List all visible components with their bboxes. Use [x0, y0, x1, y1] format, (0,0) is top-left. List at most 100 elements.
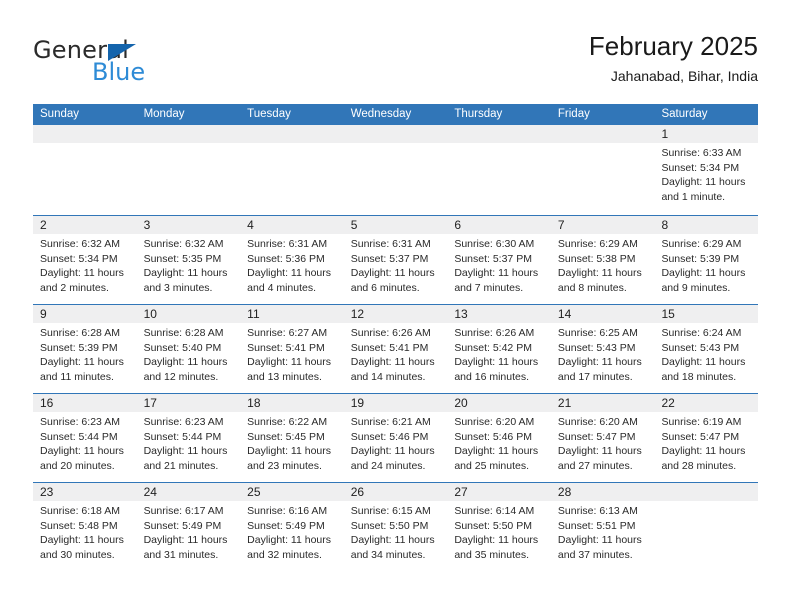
- day-number: 10: [143, 307, 157, 321]
- daylight-text: Daylight: 11 hours: [454, 445, 539, 458]
- day-cell[interactable]: 28 Sunrise: 6:13 AM Sunset: 5:51 PM Dayligh…: [550, 483, 655, 571]
- day-details: Sunrise: 6:17 AM Sunset: 5:49 PM Daylight:…: [137, 501, 241, 562]
- day-cell[interactable]: 10 Sunrise: 6:28 AM Sunset: 5:40 PM Dayligh…: [136, 305, 241, 393]
- day-number-band: [447, 125, 551, 143]
- sunset-text: Sunset: 5:47 PM: [557, 430, 636, 443]
- day-details: Sunrise: 6:31 AM Sunset: 5:36 PM Daylight:…: [240, 234, 344, 295]
- day-number-band: 20: [447, 394, 551, 412]
- day-details: Sunrise: 6:18 AM Sunset: 5:48 PM Daylight:…: [33, 501, 137, 562]
- weekday-header-monday: Monday: [143, 108, 185, 120]
- day-details: Sunrise: 6:27 AM Sunset: 5:41 PM Daylight:…: [240, 323, 344, 384]
- day-cell[interactable]: 4 Sunrise: 6:31 AM Sunset: 5:36 PM Daylight…: [240, 216, 344, 304]
- day-cell[interactable]: 6 Sunrise: 6:30 AM Sunset: 5:37 PM Daylight…: [447, 216, 551, 304]
- sunset-text: Sunset: 5:37 PM: [350, 252, 429, 265]
- day-cell[interactable]: 5 Sunrise: 6:31 AM Sunset: 5:37 PM Daylight…: [343, 216, 448, 304]
- day-cell[interactable]: 18 Sunrise: 6:22 AM Sunset: 5:45 PM Dayligh…: [240, 394, 344, 482]
- day-cell-empty: [447, 125, 551, 215]
- day-number-band: [240, 125, 344, 143]
- day-cell[interactable]: 12 Sunrise: 6:26 AM Sunset: 5:41 PM Dayligh…: [343, 305, 448, 393]
- day-cell[interactable]: 27 Sunrise: 6:14 AM Sunset: 5:50 PM Dayligh…: [447, 483, 551, 571]
- day-details: Sunrise: 6:22 AM Sunset: 5:45 PM Daylight:…: [240, 412, 344, 473]
- sunrise-text: Sunrise: 6:23 AM: [143, 416, 224, 428]
- day-cell[interactable]: 22 Sunrise: 6:19 AM Sunset: 5:47 PM Dayligh…: [654, 394, 759, 482]
- sunrise-text: Sunrise: 6:20 AM: [557, 416, 638, 428]
- logo-word-blue: Blue: [92, 58, 146, 86]
- daylight-text-cont: and 9 minutes.: [661, 281, 731, 294]
- day-cell[interactable]: 24 Sunrise: 6:17 AM Sunset: 5:49 PM Dayligh…: [136, 483, 241, 571]
- day-number: 12: [350, 307, 365, 321]
- sunset-text: Sunset: 5:40 PM: [143, 341, 222, 354]
- day-details: [447, 143, 551, 146]
- sunrise-text: Sunrise: 6:28 AM: [40, 327, 120, 339]
- day-cell[interactable]: 15 Sunrise: 6:24 AM Sunset: 5:43 PM Dayligh…: [654, 305, 759, 393]
- day-details: [240, 143, 344, 146]
- day-cell[interactable]: 19 Sunrise: 6:21 AM Sunset: 5:46 PM Dayligh…: [343, 394, 448, 482]
- day-cell[interactable]: 2 Sunrise: 6:32 AM Sunset: 5:34 PM Daylight…: [33, 216, 137, 304]
- calendar-week-row: 2 Sunrise: 6:32 AM Sunset: 5:34 PM Daylight…: [33, 215, 759, 304]
- daylight-text-cont: and 37 minutes.: [557, 548, 633, 561]
- day-cell[interactable]: 7 Sunrise: 6:29 AM Sunset: 5:38 PM Daylight…: [550, 216, 655, 304]
- day-cell[interactable]: 3 Sunrise: 6:32 AM Sunset: 5:35 PM Daylight…: [136, 216, 241, 304]
- day-details: Sunrise: 6:23 AM Sunset: 5:44 PM Daylight:…: [137, 412, 241, 473]
- day-details: [344, 143, 448, 146]
- weekday-header-sunday: Sunday: [40, 108, 80, 120]
- day-cell[interactable]: 23 Sunrise: 6:18 AM Sunset: 5:48 PM Dayligh…: [33, 483, 137, 571]
- day-number-band: 23: [33, 483, 137, 501]
- day-details: Sunrise: 6:15 AM Sunset: 5:50 PM Daylight:…: [344, 501, 448, 562]
- day-cell[interactable]: 8 Sunrise: 6:29 AM Sunset: 5:39 PM Daylight…: [654, 216, 759, 304]
- day-cell[interactable]: 1 Sunrise: 6:33 AM Sunset: 5:34 PM Daylight…: [654, 125, 759, 215]
- day-cell[interactable]: 21 Sunrise: 6:20 AM Sunset: 5:47 PM Dayligh…: [550, 394, 655, 482]
- day-number: 20: [454, 396, 468, 410]
- daylight-text-cont: and 1 minute.: [661, 190, 726, 203]
- daylight-text: Daylight: 11 hours: [661, 267, 746, 280]
- daylight-text-cont: and 16 minutes.: [454, 370, 530, 383]
- sunrise-text: Sunrise: 6:29 AM: [557, 238, 638, 250]
- day-cell[interactable]: 17 Sunrise: 6:23 AM Sunset: 5:44 PM Dayligh…: [136, 394, 241, 482]
- sunrise-text: Sunrise: 6:25 AM: [557, 327, 638, 339]
- daylight-text-cont: and 20 minutes.: [40, 459, 115, 472]
- sunset-text: Sunset: 5:44 PM: [40, 430, 118, 443]
- daylight-text: Daylight: 11 hours: [557, 356, 642, 369]
- day-number: 16: [40, 396, 54, 410]
- day-number-band: 3: [136, 216, 241, 234]
- day-cell-empty: [33, 125, 137, 215]
- weekday-header-saturday: Saturday: [661, 108, 708, 120]
- day-details: [551, 143, 655, 146]
- day-cell[interactable]: 13 Sunrise: 6:26 AM Sunset: 5:42 PM Dayligh…: [447, 305, 551, 393]
- daylight-text: Daylight: 11 hours: [143, 267, 228, 280]
- day-number: 13: [454, 307, 468, 321]
- day-number: 4: [247, 218, 254, 232]
- general-blue-logo[interactable]: General Blue: [33, 36, 233, 92]
- day-cell[interactable]: 25 Sunrise: 6:16 AM Sunset: 5:49 PM Dayligh…: [240, 483, 344, 571]
- sunrise-text: Sunrise: 6:13 AM: [557, 505, 638, 517]
- day-cell[interactable]: 9 Sunrise: 6:28 AM Sunset: 5:39 PM Daylight…: [33, 305, 137, 393]
- day-number-band: 7: [550, 216, 655, 234]
- day-cell[interactable]: 20 Sunrise: 6:20 AM Sunset: 5:46 PM Dayligh…: [447, 394, 551, 482]
- daylight-text: Daylight: 11 hours: [40, 356, 124, 369]
- day-details: Sunrise: 6:29 AM Sunset: 5:38 PM Daylight:…: [551, 234, 655, 295]
- day-details: Sunrise: 6:21 AM Sunset: 5:46 PM Daylight:…: [344, 412, 448, 473]
- day-number-band: 5: [343, 216, 448, 234]
- sunrise-text: Sunrise: 6:22 AM: [247, 416, 328, 428]
- day-number-band: [136, 125, 241, 143]
- day-details: Sunrise: 6:31 AM Sunset: 5:37 PM Daylight:…: [344, 234, 448, 295]
- sunrise-text: Sunrise: 6:17 AM: [143, 505, 224, 517]
- sunset-text: Sunset: 5:34 PM: [40, 252, 118, 265]
- day-cell[interactable]: 16 Sunrise: 6:23 AM Sunset: 5:44 PM Dayligh…: [33, 394, 137, 482]
- day-number-band: 19: [343, 394, 448, 412]
- day-cell[interactable]: 14 Sunrise: 6:25 AM Sunset: 5:43 PM Dayligh…: [550, 305, 655, 393]
- day-cell[interactable]: 11 Sunrise: 6:27 AM Sunset: 5:41 PM Dayligh…: [240, 305, 344, 393]
- sunset-text: Sunset: 5:41 PM: [350, 341, 429, 354]
- day-number-band: 24: [136, 483, 241, 501]
- day-number-band: 8: [654, 216, 759, 234]
- day-cell[interactable]: 26 Sunrise: 6:15 AM Sunset: 5:50 PM Dayligh…: [343, 483, 448, 571]
- daylight-text-cont: and 21 minutes.: [143, 459, 219, 472]
- page-subtitle: Jahanabad, Bihar, India: [610, 68, 758, 84]
- daylight-text: Daylight: 11 hours: [247, 267, 332, 280]
- daylight-text-cont: and 17 minutes.: [557, 370, 633, 383]
- calendar-week-row: 9 Sunrise: 6:28 AM Sunset: 5:39 PM Daylight…: [33, 304, 759, 393]
- daylight-text-cont: and 12 minutes.: [143, 370, 219, 383]
- day-number-band: 18: [240, 394, 344, 412]
- daylight-text-cont: and 27 minutes.: [557, 459, 633, 472]
- day-number: 14: [557, 307, 572, 321]
